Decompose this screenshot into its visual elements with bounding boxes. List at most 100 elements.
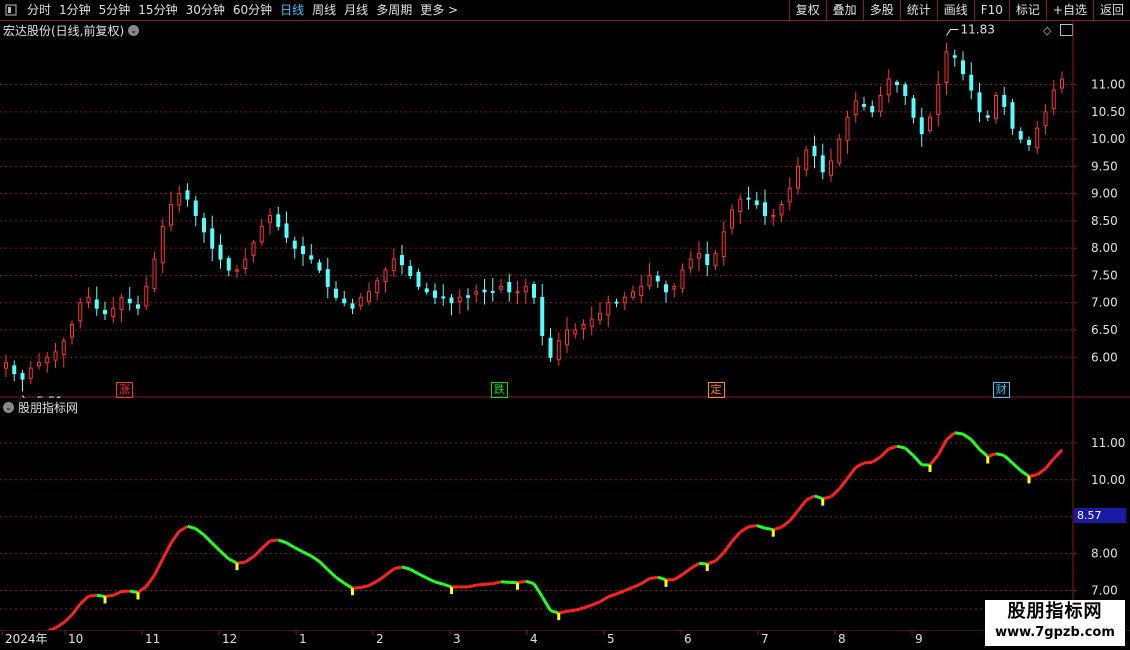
- indicator-line-segment: [285, 541, 296, 549]
- watermark: 股朋指标网 www.7gpzb.com: [985, 600, 1125, 646]
- tab-period-8[interactable]: 月线: [340, 0, 372, 20]
- indicator-chart[interactable]: 11.00 10.00 8.00 7.00: [0, 398, 1130, 630]
- indicator-line-segment: [96, 593, 106, 598]
- candle-body: [1060, 78, 1064, 89]
- time-tick-label: 4: [530, 632, 538, 646]
- candle-body: [449, 297, 454, 304]
- candle-body: [1002, 94, 1007, 107]
- indicator-turn-marker: [351, 588, 354, 596]
- tab-period-4[interactable]: 30分钟: [182, 0, 229, 20]
- tab-period-9[interactable]: 多周期: [372, 0, 416, 20]
- price-tick-label: 8.50: [1091, 214, 1118, 228]
- candle-body: [573, 329, 578, 335]
- toolbar-button-3[interactable]: 统计: [899, 0, 937, 20]
- indicator-line-segment: [730, 530, 742, 543]
- indicator-line-segment: [748, 524, 757, 529]
- candle-body: [878, 94, 883, 113]
- indicator-line-segment: [591, 600, 601, 607]
- candle-body: [457, 296, 462, 302]
- tab-period-3[interactable]: 15分钟: [134, 0, 181, 20]
- indicator-line-segment: [912, 454, 923, 466]
- indicator-line-segment: [1003, 454, 1014, 465]
- indicator-line-segment: [615, 589, 626, 596]
- indicator-line-segment: [896, 444, 906, 450]
- indicator-line-segment: [335, 576, 346, 585]
- indicator-line-segment: [599, 595, 610, 604]
- candle-body: [342, 298, 347, 304]
- toolbar-button-6[interactable]: 标记: [1008, 0, 1046, 20]
- candle-body: [28, 367, 33, 379]
- indicator-tick-label: 8.00: [1091, 547, 1118, 561]
- indicator-line-segment: [954, 431, 964, 436]
- indicator-line-segment: [169, 530, 181, 545]
- indicator-turn-marker: [450, 586, 453, 594]
- candle-body: [985, 115, 990, 118]
- candle-body: [556, 340, 561, 361]
- candle-body: [746, 197, 751, 200]
- indicator-line-segment: [417, 572, 428, 580]
- indicator-line-segment: [393, 565, 403, 571]
- tab-period-0[interactable]: 分时: [23, 0, 55, 20]
- toolbar-button-2[interactable]: 多股: [862, 0, 900, 20]
- indicator-line-segment: [1028, 473, 1038, 478]
- indicator-line-segment: [1052, 448, 1064, 460]
- tab-period-2[interactable]: 5分钟: [95, 0, 135, 20]
- tab-period-7[interactable]: 周线: [308, 0, 340, 20]
- candle-body: [474, 291, 479, 295]
- indicator-line-segment: [607, 592, 617, 599]
- toolbar-button-4[interactable]: 画线: [936, 0, 974, 20]
- event-marker[interactable]: 涨: [116, 382, 134, 398]
- toolbar-button-7[interactable]: +自选: [1045, 0, 1093, 20]
- candle-body: [796, 165, 800, 189]
- watermark-url: www.7gpzb.com: [995, 625, 1115, 640]
- time-tick-label: 7: [761, 632, 769, 646]
- toolbar-button-0[interactable]: 复权: [788, 0, 826, 20]
- indicator-line-segment: [822, 495, 832, 501]
- indicator-line-segment: [500, 580, 510, 584]
- candle-body: [103, 309, 107, 315]
- candle-body: [169, 204, 173, 226]
- candle-body: [466, 295, 470, 298]
- tab-period-6[interactable]: 日线: [276, 0, 308, 20]
- indicator-line-segment: [673, 573, 684, 581]
- candle-body: [243, 258, 248, 269]
- indicator-turn-marker: [103, 596, 107, 604]
- indicator-turn-marker: [136, 592, 140, 600]
- indicator-line-segment: [434, 580, 444, 586]
- candle-body: [301, 246, 305, 255]
- candle-body: [614, 301, 619, 304]
- indicator-line-segment: [137, 585, 148, 594]
- toolbar-button-8[interactable]: 返回: [1092, 0, 1130, 20]
- candle-body: [1035, 127, 1040, 149]
- candle-body: [53, 351, 58, 361]
- indicator-line-segment: [689, 562, 700, 570]
- candle-body: [697, 253, 701, 259]
- candle-body: [870, 106, 875, 113]
- menu-icon[interactable]: [3, 2, 19, 18]
- event-marker[interactable]: 定: [707, 382, 725, 398]
- candle-body: [367, 291, 371, 302]
- time-tick-label: 10: [68, 632, 83, 646]
- candle-body: [152, 258, 157, 290]
- candle-body: [886, 78, 891, 96]
- candle-body: [639, 285, 644, 296]
- event-marker[interactable]: 跌: [491, 382, 509, 398]
- tab-period-5[interactable]: 60分钟: [229, 0, 276, 20]
- candle-body: [994, 94, 998, 120]
- candle-body: [202, 217, 206, 233]
- candle-body: [499, 285, 503, 290]
- candle-body: [1018, 131, 1023, 140]
- candlestick-chart[interactable]: 11.00 10.50 10.00 9.50 9.00 8.50 8.00 7.50 7.00 6…: [0, 20, 1130, 398]
- tab-period-10[interactable]: 更多 >: [416, 0, 462, 20]
- toolbar-button-5[interactable]: F10: [973, 0, 1009, 20]
- tab-period-1[interactable]: 1分钟: [55, 0, 95, 20]
- event-marker[interactable]: 财: [992, 382, 1010, 398]
- candle-body: [655, 275, 660, 282]
- watermark-title: 股朋指标网: [1007, 601, 1103, 622]
- candle-body: [375, 280, 380, 294]
- toolbar-button-1[interactable]: 叠加: [825, 0, 863, 20]
- indicator-line-segment: [970, 438, 981, 451]
- indicator-line-segment: [161, 542, 173, 560]
- candle-body: [424, 288, 429, 293]
- candle-body: [235, 269, 239, 272]
